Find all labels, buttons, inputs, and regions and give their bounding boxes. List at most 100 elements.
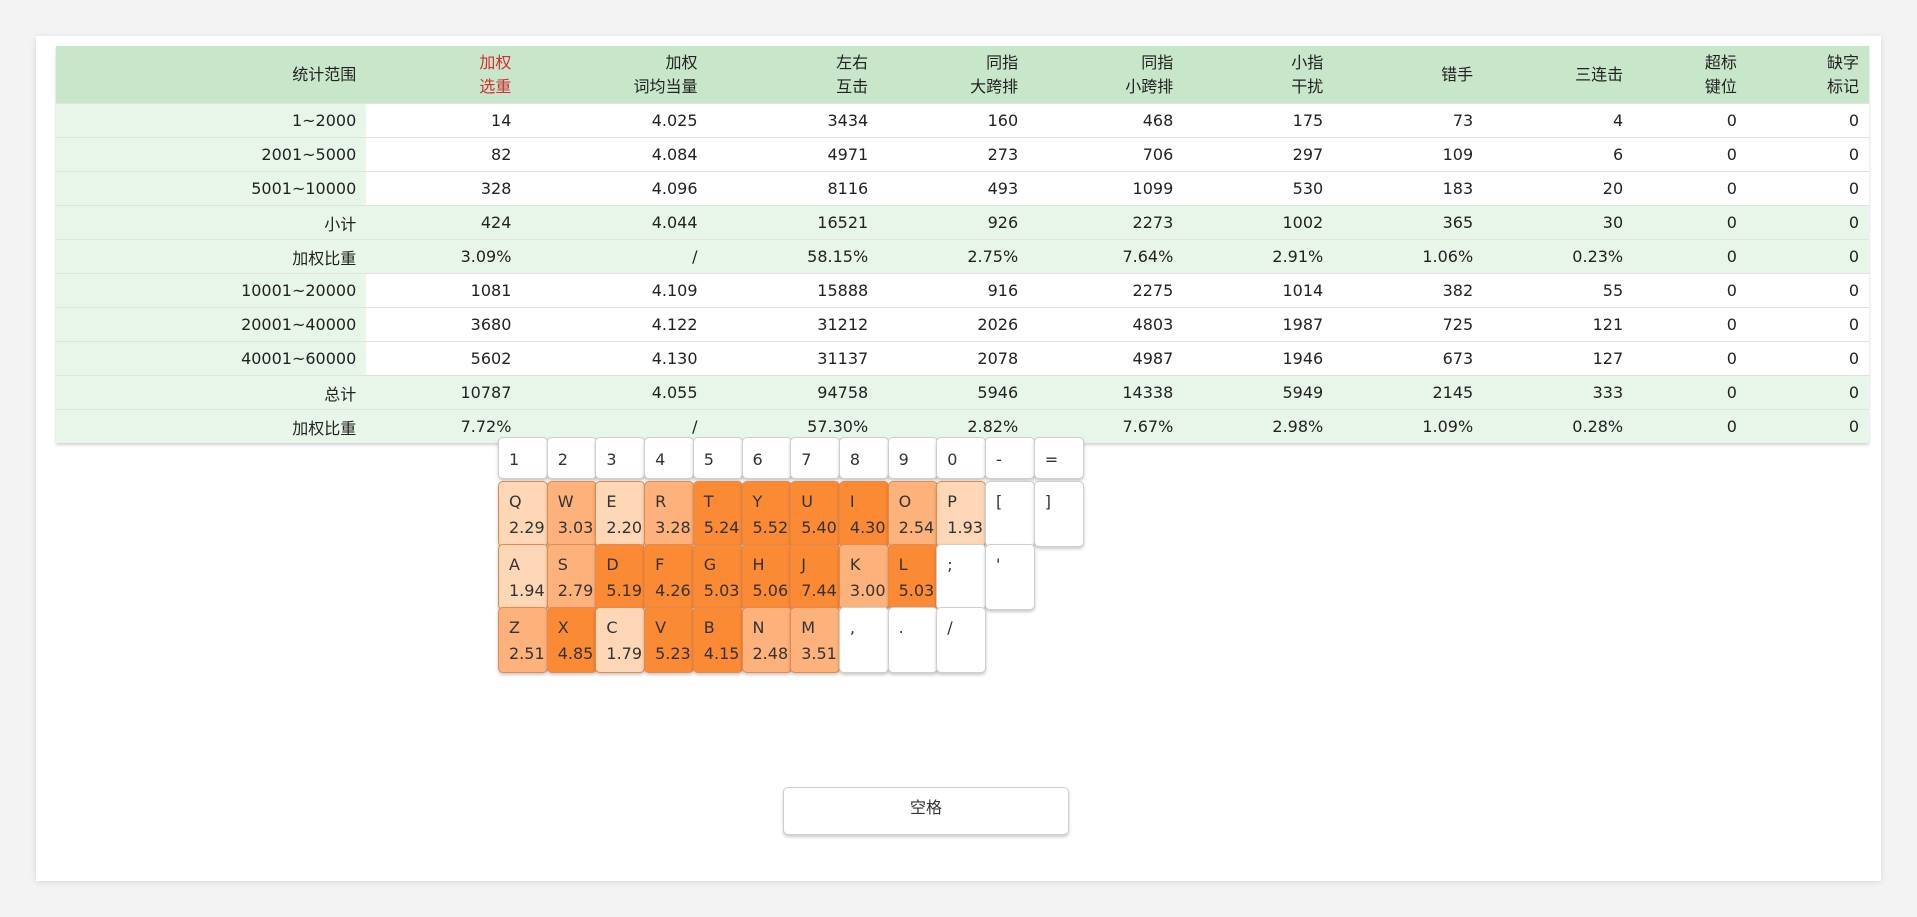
table-row: 1~2000 14 4.025 3434 160 468 175 73 4 0 0 — [56, 103, 1869, 138]
table-row: 2001~5000 82 4.084 4971 273 706 297 109 6 0 0 — [56, 137, 1869, 172]
table-cell: 273 — [878, 137, 1029, 172]
key-label: Z — [509, 618, 520, 637]
table-cell: 0 — [1746, 137, 1869, 172]
table-cell: 0 — [1746, 341, 1869, 376]
key-b: B 4.15 — [692, 607, 743, 673]
table-cell: 1.06% — [1333, 239, 1484, 274]
table-row: 小计 424 4.044 16521 926 2273 1002 365 30 0 0 — [56, 205, 1869, 240]
table-cell: 82 — [366, 137, 522, 172]
key-value: 4.85 — [557, 644, 594, 663]
key-value: 5.52 — [752, 518, 789, 537]
table-cell: 4803 — [1028, 307, 1184, 342]
key-v: V 5.23 — [644, 607, 695, 673]
key-label: D — [606, 555, 619, 574]
key-i: I 4.30 — [838, 481, 889, 547]
key-symbol: ; — [936, 544, 987, 610]
table-cell: 4971 — [707, 137, 879, 172]
table-cell: 0 — [1633, 273, 1747, 308]
key-x: X 4.85 — [546, 607, 597, 673]
key-label: X — [557, 618, 569, 637]
key-k: K 3.00 — [838, 544, 889, 610]
table-cell: 0 — [1633, 205, 1747, 240]
table-cell: 926 — [878, 205, 1029, 240]
key-value: 3.51 — [801, 644, 837, 663]
table-cell: 3680 — [366, 307, 522, 342]
key-value: 7.44 — [801, 581, 837, 600]
table-row: 40001~60000 5602 4.130 31137 2078 4987 1946 673… — [56, 341, 1869, 376]
column-header: 同指大跨排 — [878, 46, 1029, 104]
table-cell: 4.122 — [521, 307, 708, 342]
key-value: 3.28 — [655, 518, 691, 537]
table-cell: 297 — [1183, 137, 1334, 172]
table-cell: 673 — [1333, 341, 1484, 376]
key-symbol: , — [838, 607, 889, 673]
table-cell: 183 — [1333, 171, 1484, 206]
table-cell: 94758 — [707, 375, 879, 410]
column-header-line1: 加权 — [665, 52, 698, 72]
key-symbol: [ — [985, 481, 1035, 547]
table-cell: 160 — [878, 103, 1029, 138]
key-symbol: - — [985, 437, 1035, 479]
table-cell: 0 — [1746, 375, 1869, 410]
key-u: U 5.40 — [790, 481, 841, 547]
table-cell: 8116 — [707, 171, 879, 206]
key-symbol: ] — [1033, 481, 1084, 547]
column-header-line1: 同指 — [986, 52, 1019, 72]
row-label-cell: 小计 — [56, 205, 367, 240]
table-cell: 1081 — [366, 273, 522, 308]
key-label: H — [752, 555, 765, 574]
key-label: O — [898, 492, 912, 511]
column-header-line1: 三连击 — [1575, 64, 1624, 84]
column-header-line2: 大跨排 — [970, 76, 1019, 96]
column-header: 统计范围 — [56, 46, 367, 104]
key-z: Z 2.51 — [498, 607, 548, 673]
key-3: 3 — [595, 437, 646, 479]
key-label: V — [655, 618, 667, 637]
key-space: 空格 — [783, 787, 1069, 835]
table-cell: 31212 — [707, 307, 879, 342]
column-header: 加权 词均当量 — [521, 46, 708, 104]
table-cell: 1014 — [1183, 273, 1334, 308]
table-cell: 2078 — [878, 341, 1029, 376]
table-row: 20001~40000 3680 4.122 31212 2026 4803 1987 725… — [56, 307, 1869, 342]
table-cell: 0 — [1633, 137, 1747, 172]
table-cell: 493 — [878, 171, 1029, 206]
table-cell: 706 — [1028, 137, 1184, 172]
table-cell: 3434 — [707, 103, 879, 138]
key-value: 2.54 — [898, 518, 935, 537]
key-label: L — [898, 555, 908, 574]
key-label: F — [655, 555, 665, 574]
table-cell: 2275 — [1028, 273, 1184, 308]
key-value: 2.51 — [509, 644, 545, 663]
key-label: R — [655, 492, 667, 511]
key-label: K — [849, 555, 861, 574]
key-label: W — [557, 492, 574, 511]
key-value: 5.06 — [752, 581, 789, 600]
table-cell: 2.91% — [1183, 239, 1334, 274]
table-row: 5001~10000 328 4.096 8116 493 1099 530 183 20 0 0 — [56, 171, 1869, 206]
table-cell: 5602 — [366, 341, 522, 376]
table-cell: 3.09% — [366, 239, 522, 274]
table-cell: 0 — [1746, 239, 1869, 274]
table-cell: 1099 — [1028, 171, 1184, 206]
key-value: 1.94 — [509, 581, 545, 600]
table-cell: 468 — [1028, 103, 1184, 138]
table-cell: 7.64% — [1028, 239, 1184, 274]
key-value: 2.48 — [752, 644, 789, 663]
key-label: ] — [1044, 492, 1051, 511]
table-cell: 424 — [366, 205, 522, 240]
row-label-cell: 加权比重 — [56, 239, 367, 274]
table-cell: 55 — [1483, 273, 1634, 308]
table-cell: 725 — [1333, 307, 1484, 342]
key-n: N 2.48 — [741, 607, 792, 673]
key-space-label: 空格 — [909, 798, 942, 817]
column-header-line2: 键位 — [1704, 76, 1737, 96]
key-value: 5.03 — [898, 581, 935, 600]
key-label: ; — [947, 555, 953, 574]
key-0: 0 — [936, 437, 987, 479]
table-cell: 16521 — [707, 205, 879, 240]
key-value: 2.29 — [509, 518, 545, 537]
key-label: B — [703, 618, 715, 637]
key-label: I — [849, 492, 855, 511]
table-cell: 0 — [1633, 239, 1747, 274]
